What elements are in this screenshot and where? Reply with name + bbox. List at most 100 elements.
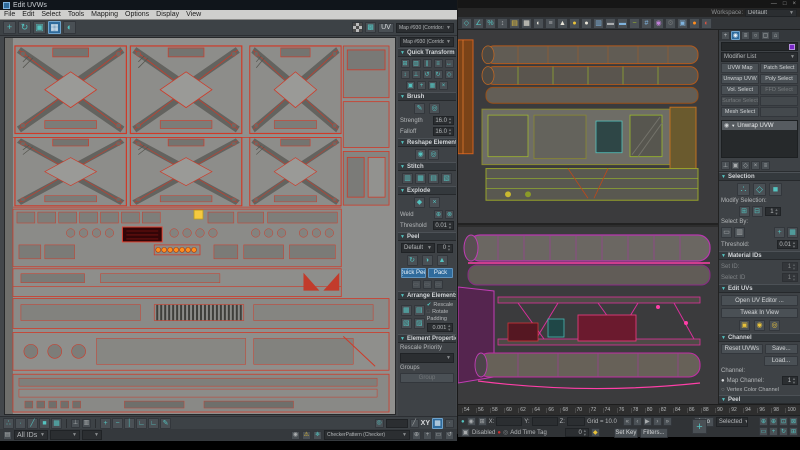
- cone-primitive-icon[interactable]: ▲: [557, 18, 568, 29]
- menu-item[interactable]: Select: [41, 11, 60, 18]
- relax-tool-icon[interactable]: ◎: [428, 149, 439, 160]
- peel-spinner[interactable]: 0▲▼: [437, 244, 453, 253]
- maximize-viewport-icon[interactable]: ⊞: [789, 427, 798, 436]
- falloff-spinner[interactable]: 16.0▲▼: [433, 127, 454, 136]
- lock-selection-icon[interactable]: ◉: [754, 320, 765, 331]
- rollout-channel[interactable]: ▼ Channel: [719, 333, 800, 342]
- id-filter-dropdown[interactable]: All IDs ▼: [14, 430, 48, 440]
- panel-map-dropdown[interactable]: Map #930 (Corridor.tga) ▼: [400, 37, 454, 47]
- relax-until-flat-icon[interactable]: ◉: [415, 149, 426, 160]
- texture-display-icon[interactable]: ▩: [365, 22, 376, 33]
- modifier-set-button[interactable]: [760, 107, 798, 117]
- rollout-material-ids[interactable]: ▼ Material IDs: [719, 251, 800, 260]
- align-horizontal-icon[interactable]: ⊞: [401, 59, 410, 68]
- options-icon[interactable]: ·: [445, 419, 454, 428]
- zoom-extents-all-icon[interactable]: ⊠: [789, 417, 798, 426]
- zoom-extents-icon[interactable]: ⊡: [779, 417, 788, 426]
- peel-pin-icon[interactable]: ▭: [423, 280, 432, 289]
- rescale-priority-dropdown[interactable]: ▼: [400, 353, 454, 363]
- percent-snap-icon[interactable]: %: [485, 18, 496, 29]
- tab-display[interactable]: ▢: [761, 31, 770, 40]
- visibility-eye-icon[interactable]: ◉: [724, 122, 729, 129]
- menu-item[interactable]: View: [186, 11, 201, 18]
- freeform-snap-icon[interactable]: ▣: [406, 81, 415, 90]
- menu-item[interactable]: Tools: [68, 11, 84, 18]
- angle-snap-icon[interactable]: ∠: [473, 18, 484, 29]
- adaptive-degradation-label[interactable]: Disabled: [472, 430, 495, 436]
- rollout-peel[interactable]: ▼ Peel: [398, 232, 456, 241]
- peel-seam-icon[interactable]: ▭: [434, 280, 443, 289]
- zoom-region-icon[interactable]: ▭: [759, 427, 768, 436]
- pack-together-icon[interactable]: ▤: [414, 305, 425, 316]
- object-color-swatch[interactable]: [789, 44, 795, 50]
- scale-icon[interactable]: ▣: [33, 21, 46, 34]
- polygon-subobject-icon[interactable]: ■: [769, 183, 782, 196]
- smoothing-group-dropdown[interactable]: ▼: [50, 430, 80, 440]
- pack-normalize-icon[interactable]: ▦: [401, 305, 412, 316]
- zoom-extents-icon[interactable]: ↺: [445, 431, 454, 440]
- filter-selection-icon[interactable]: ▥: [82, 419, 91, 428]
- render-setup-icon[interactable]: ⚙: [665, 18, 676, 29]
- menu-item[interactable]: File: [4, 11, 15, 18]
- rotate-checkbox[interactable]: □Rotate: [427, 309, 453, 315]
- menu-item[interactable]: Options: [125, 11, 149, 18]
- weld-together-icon[interactable]: ⊕: [434, 210, 443, 219]
- modifier-set-button[interactable]: UVW Map: [721, 63, 759, 73]
- x-coordinate-field[interactable]: [496, 417, 522, 426]
- texture-select-dropdown[interactable]: CheckerPattern (Checker) ▼: [324, 430, 410, 440]
- orbit-icon[interactable]: ↻: [779, 427, 788, 436]
- threshold-spinner[interactable]: 0.01▲▼: [777, 240, 798, 249]
- quick-peel-button[interactable]: Quick Peel: [401, 268, 426, 278]
- modifier-set-button[interactable]: Surface Select: [721, 96, 759, 106]
- open-uv-editor-button[interactable]: Open UV Editor ...: [721, 295, 798, 306]
- rollout-edit-uvs[interactable]: ▼ Edit UVs: [719, 284, 800, 293]
- modifier-stack-item[interactable]: ◉ ▼ Unwrap UVW: [722, 121, 797, 130]
- pin-selection-icon[interactable]: ⊥: [71, 419, 80, 428]
- toggle-scene-explorer-icon[interactable]: ▥: [593, 18, 604, 29]
- save-button[interactable]: Save...: [765, 344, 798, 354]
- peel-reset-icon[interactable]: ▭: [412, 280, 421, 289]
- align-vertical-icon[interactable]: ▥: [412, 59, 421, 68]
- polygon-mode-icon[interactable]: ■: [39, 418, 50, 429]
- tab-motion[interactable]: ○: [751, 31, 760, 40]
- lock-selection-icon[interactable]: ◉: [291, 431, 300, 440]
- align-left-icon[interactable]: ↕: [401, 70, 410, 79]
- uv-coordinate-mode-icon[interactable]: ▦: [432, 418, 443, 429]
- progressive-display-icon[interactable]: ▣: [461, 428, 470, 437]
- u-coordinate-field[interactable]: [386, 419, 408, 428]
- menu-item[interactable]: Display: [156, 11, 179, 18]
- next-frame-icon[interactable]: ›: [653, 417, 662, 426]
- mirror-icon[interactable]: ◐: [533, 18, 544, 29]
- modifier-set-button[interactable]: Patch Select: [760, 63, 798, 73]
- xy-plane-icon[interactable]: ▦: [787, 227, 798, 238]
- make-unique-icon[interactable]: ◇: [741, 161, 750, 170]
- render-iterative-icon[interactable]: ◐: [701, 18, 712, 29]
- shrink-selection-icon[interactable]: −: [112, 418, 123, 429]
- modifier-set-button[interactable]: Poly Select: [760, 74, 798, 84]
- linear-align-icon[interactable]: ↔: [445, 59, 454, 68]
- gizmo-settings-icon[interactable]: ◎: [375, 419, 384, 428]
- select-id-spinner[interactable]: 1▲▼: [782, 273, 798, 282]
- edge-ring-icon[interactable]: ∟: [148, 418, 159, 429]
- soft-selection-icon[interactable]: ◎: [769, 320, 780, 331]
- previous-frame-icon[interactable]: ‹: [633, 417, 642, 426]
- pack-full-icon[interactable]: ▧: [401, 318, 412, 329]
- viewport-bottom[interactable]: [458, 227, 718, 404]
- rescale-checkbox[interactable]: ✔Rescale: [427, 302, 453, 308]
- add-time-tag[interactable]: Add Time Tag: [510, 430, 547, 436]
- edge-filter-dropdown[interactable]: ▼: [82, 430, 102, 440]
- relax-icon[interactable]: ×: [439, 81, 448, 90]
- element-mode-icon[interactable]: ▦: [51, 418, 62, 429]
- edit-uvws-titlebar[interactable]: Edit UVWs: [0, 0, 457, 10]
- modifier-set-button[interactable]: FFD Select: [760, 85, 798, 95]
- freeze-display-icon[interactable]: ❄: [313, 431, 322, 440]
- load-button[interactable]: Load...: [764, 356, 798, 366]
- key-mode-toggle-icon[interactable]: ◆: [591, 428, 600, 437]
- menu-item[interactable]: Mapping: [91, 11, 118, 18]
- select-by-planar-icon[interactable]: ▭: [721, 227, 732, 238]
- pan-icon[interactable]: +: [769, 427, 778, 436]
- mirror-icon[interactable]: ◐: [63, 21, 76, 34]
- zoom-icon[interactable]: ⊕: [759, 417, 768, 426]
- show-end-result-icon[interactable]: ▣: [731, 161, 740, 170]
- pan-tool-icon[interactable]: +: [423, 431, 432, 440]
